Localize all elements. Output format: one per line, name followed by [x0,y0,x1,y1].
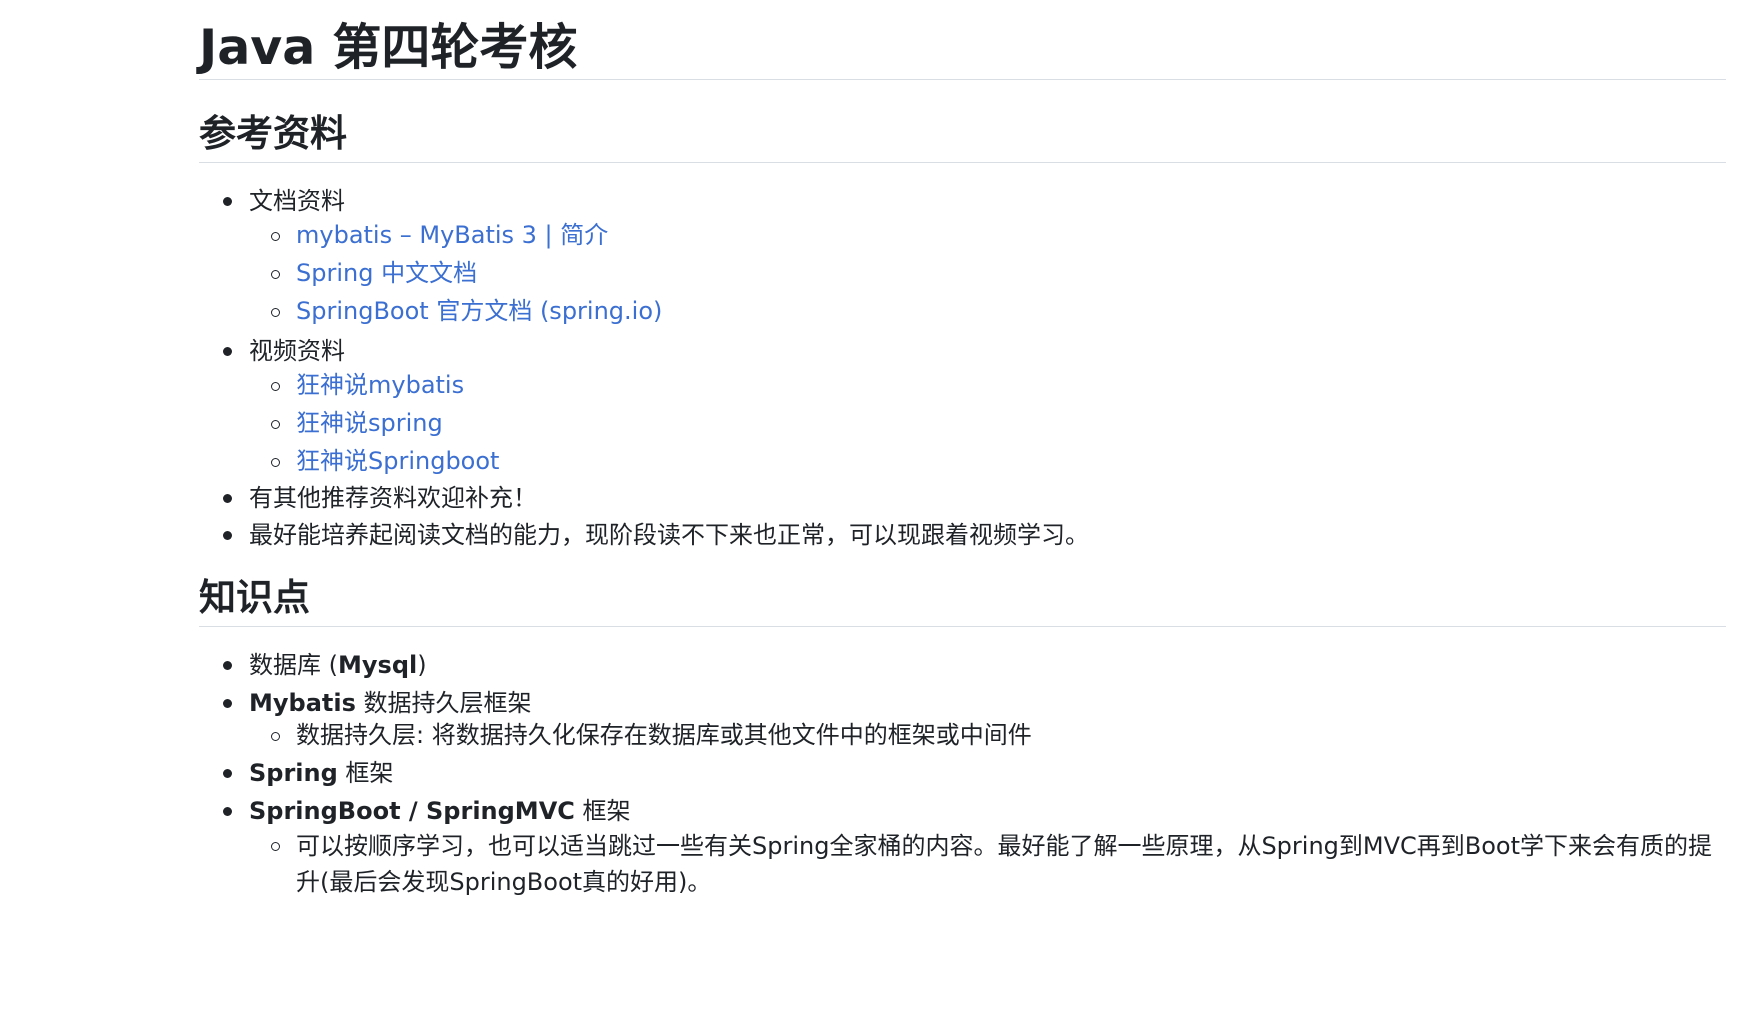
list-item: 狂神说mybatis [199,366,1089,404]
link-video-mybatis[interactable]: 狂神说mybatis [296,371,464,399]
list-item: 可以按顺序学习，也可以适当跳过一些有关Spring全家桶的内容。最好能了解一些原… [199,824,1726,904]
bullet-icon [223,699,232,708]
link-video-spring[interactable]: 狂神说spring [296,409,443,437]
note-text: 最好能培养起阅读文档的能力，现阶段读不下来也正常，可以现跟着视频学习。 [249,521,1089,549]
springboot-desc: 框架 [574,797,631,825]
list-item: Spring 中文文档 [199,254,1089,292]
bullet-icon [223,494,232,503]
bullet-icon [223,769,232,778]
database-suffix: ) [417,651,427,679]
link-video-springboot[interactable]: 狂神说Springboot [296,447,499,475]
docs-label: 文档资料 [249,187,345,215]
springboot-name: SpringBoot / SpringMVC [249,797,575,825]
list-item-spring: Spring 框架 [199,754,1726,792]
list-item-docs: 文档资料 mybatis – MyBatis 3 | 简介 Spring 中文文… [199,180,1089,330]
videos-links: 狂神说mybatis 狂神说spring 狂神说Springboot [249,366,1089,480]
link-mybatis-docs[interactable]: mybatis – MyBatis 3 | 简介 [296,221,608,249]
circle-bullet-icon [271,842,280,851]
references-list: 文档资料 mybatis – MyBatis 3 | 简介 Spring 中文文… [199,180,1089,554]
title-divider [199,79,1726,80]
page-title: Java 第四轮考核 [199,19,578,76]
bullet-icon [223,197,232,206]
springboot-sub: 可以按顺序学习，也可以适当跳过一些有关Spring全家桶的内容。最好能了解一些原… [249,824,1726,904]
section-heading-knowledge: 知识点 [199,576,310,619]
circle-bullet-icon [271,732,280,741]
list-item: SpringBoot 官方文档 (spring.io) [199,292,1089,330]
bullet-icon [223,531,232,540]
list-item-note: 有其他推荐资料欢迎补充！ [199,480,1089,517]
circle-bullet-icon [271,382,280,391]
section-heading-references: 参考资料 [199,112,347,155]
bullet-icon [223,347,232,356]
list-item: 狂神说spring [199,404,1089,442]
spring-name: Spring [249,759,338,787]
bullet-icon [223,661,232,670]
spring-desc: 框架 [337,759,394,787]
link-spring-docs[interactable]: Spring 中文文档 [296,259,477,287]
circle-bullet-icon [271,232,280,241]
link-springboot-docs[interactable]: SpringBoot 官方文档 (spring.io) [296,297,662,325]
database-name: Mysql [338,651,418,679]
knowledge-list: 数据库 (Mysql) Mybatis 数据持久层框架 数据持久层: 将数据持久… [199,646,1726,904]
list-item: 狂神说Springboot [199,442,1089,480]
list-item-note: 最好能培养起阅读文档的能力，现阶段读不下来也正常，可以现跟着视频学习。 [199,517,1089,554]
circle-bullet-icon [271,308,280,317]
springboot-sub-text: 可以按顺序学习，也可以适当跳过一些有关Spring全家桶的内容。最好能了解一些原… [296,832,1713,896]
mybatis-desc: 数据持久层框架 [355,689,532,717]
list-item-springboot: SpringBoot / SpringMVC 框架 可以按顺序学习，也可以适当跳… [199,792,1726,904]
circle-bullet-icon [271,420,280,429]
mybatis-name: Mybatis [249,689,356,717]
docs-links: mybatis – MyBatis 3 | 简介 Spring 中文文档 Spr… [249,216,1089,330]
circle-bullet-icon [271,270,280,279]
note-text: 有其他推荐资料欢迎补充！ [249,484,537,512]
list-item-videos: 视频资料 狂神说mybatis 狂神说spring 狂神说Springboot [199,330,1089,480]
database-prefix: 数据库 ( [249,651,338,679]
list-item: mybatis – MyBatis 3 | 简介 [199,216,1089,254]
references-divider [199,162,1726,163]
knowledge-divider [199,626,1726,627]
bullet-icon [223,807,232,816]
list-item-mybatis: Mybatis 数据持久层框架 数据持久层: 将数据持久化保存在数据库或其他文件… [199,684,1726,754]
list-item: 数据持久层: 将数据持久化保存在数据库或其他文件中的框架或中间件 [199,716,1726,754]
videos-label: 视频资料 [249,337,345,365]
mybatis-sub: 数据持久层: 将数据持久化保存在数据库或其他文件中的框架或中间件 [249,716,1726,754]
mybatis-sub-text: 数据持久层: 将数据持久化保存在数据库或其他文件中的框架或中间件 [296,721,1032,749]
circle-bullet-icon [271,458,280,467]
list-item-database: 数据库 (Mysql) [199,646,1726,684]
